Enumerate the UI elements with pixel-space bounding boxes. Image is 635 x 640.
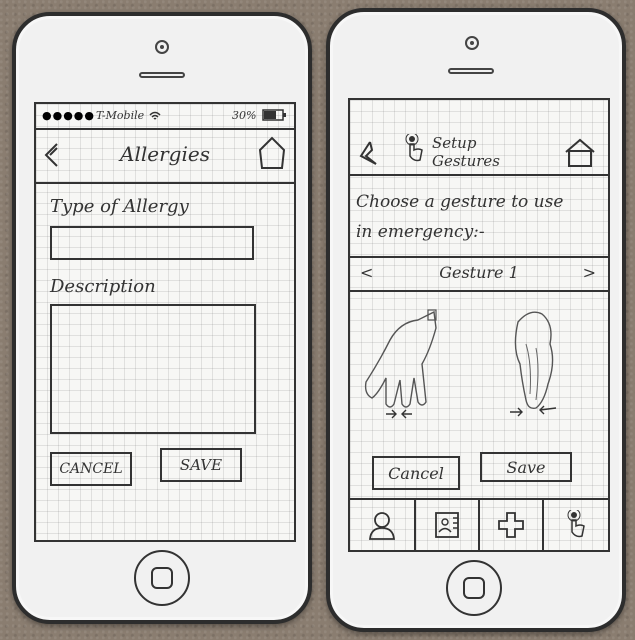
camera-icon	[155, 40, 169, 54]
nav-divider	[350, 174, 608, 176]
cancel-button[interactable]: CANCEL	[50, 452, 132, 486]
gesture-selector: < Gesture 1 >	[350, 256, 608, 292]
type-of-allergy-input[interactable]	[50, 226, 254, 260]
tab-bar	[350, 498, 608, 550]
cancel-button[interactable]: Cancel	[372, 456, 460, 490]
description-textarea[interactable]	[50, 304, 256, 434]
gesture-icon	[567, 510, 585, 538]
tab-profile[interactable]	[350, 500, 416, 550]
gesture-prompt-line1: Choose a gesture to use	[356, 192, 564, 212]
status-bar: ●●●●● T-Mobile 30%	[36, 104, 294, 130]
gesture-prompt-line2: in emergency:-	[356, 222, 485, 242]
speaker-grille	[448, 68, 494, 74]
allergies-screen: ●●●●● T-Mobile 30% Allergies Type of All…	[34, 102, 296, 542]
carrier-name: T-Mobile	[96, 109, 145, 122]
save-button[interactable]: Save	[480, 452, 572, 482]
type-of-allergy-label: Type of Allergy	[50, 196, 189, 217]
medical-cross-icon	[498, 512, 524, 538]
page-title-line1: Setup	[432, 134, 477, 152]
tab-gestures[interactable]	[544, 500, 612, 550]
phone-right: Setup Gestures Choose a gesture to use i…	[326, 8, 626, 632]
gesture-name: Gesture 1	[439, 263, 519, 282]
home-button[interactable]	[446, 560, 502, 616]
profile-icon	[369, 512, 395, 540]
page-title-line2: Gestures	[432, 152, 500, 170]
home-icon[interactable]	[564, 138, 596, 168]
camera-icon	[465, 36, 479, 50]
home-icon[interactable]	[258, 136, 286, 170]
back-arrow-icon[interactable]	[358, 140, 380, 168]
nav-bar: Allergies	[36, 128, 294, 184]
speaker-grille	[139, 72, 185, 78]
battery-percent: 30%	[232, 109, 257, 122]
contacts-icon	[435, 512, 459, 538]
nav-bar: Setup Gestures	[350, 100, 608, 170]
home-button[interactable]	[134, 550, 190, 606]
phone-left: ●●●●● T-Mobile 30% Allergies Type of All…	[12, 12, 312, 624]
page-title: Allergies	[120, 142, 210, 166]
signal-dots-icon: ●●●●●	[42, 109, 95, 122]
battery-icon	[262, 109, 286, 121]
gesture-right-hand-illustration	[510, 311, 557, 417]
wifi-icon	[149, 111, 161, 120]
tab-medical[interactable]	[480, 500, 544, 550]
save-button[interactable]: SAVE	[160, 448, 242, 482]
description-label: Description	[50, 276, 156, 297]
tab-contacts[interactable]	[416, 500, 480, 550]
next-gesture-button[interactable]: >	[583, 263, 596, 282]
gesture-hand-icon	[405, 134, 423, 162]
gestures-screen: Setup Gestures Choose a gesture to use i…	[348, 98, 610, 552]
gesture-left-hand-illustration	[364, 309, 437, 419]
